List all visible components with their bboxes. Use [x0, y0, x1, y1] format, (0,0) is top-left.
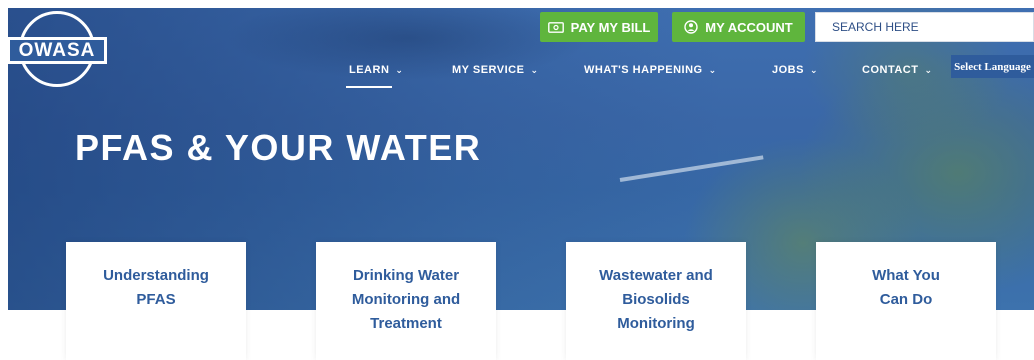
- card-what-you-can-do[interactable]: What You Can Do: [816, 242, 996, 360]
- my-account-button[interactable]: MY ACCOUNT: [672, 12, 805, 42]
- card-label: Wastewater and Biosolids Monitoring: [599, 267, 713, 332]
- chevron-down-icon: ⌄: [924, 64, 933, 75]
- owasa-logo[interactable]: OWASA: [7, 11, 107, 97]
- nav-jobs-label: JOBS: [772, 64, 804, 76]
- nav-learn-label: LEARN: [349, 64, 390, 76]
- nav-active-indicator: [346, 86, 392, 88]
- logo-band: OWASA: [7, 37, 107, 64]
- nav-whats-happening[interactable]: WHAT'S HAPPENING ⌄: [584, 60, 717, 80]
- card-label: Drinking Water Monitoring and Treatment: [351, 267, 461, 332]
- nav-jobs[interactable]: JOBS ⌄: [772, 60, 818, 80]
- search-box[interactable]: [815, 12, 1034, 42]
- card-understanding-pfas[interactable]: Understanding PFAS: [66, 242, 246, 360]
- logo-text: OWASA: [18, 39, 96, 61]
- select-language-label: Select Language: [954, 60, 1031, 73]
- chevron-down-icon: ⌄: [395, 64, 404, 75]
- search-input[interactable]: [830, 19, 1033, 35]
- nav-my-service[interactable]: MY SERVICE ⌄: [452, 60, 539, 80]
- chevron-down-icon: ⌄: [530, 64, 539, 75]
- chevron-down-icon: ⌄: [708, 64, 717, 75]
- pay-my-bill-button[interactable]: PAY MY BILL: [540, 12, 658, 42]
- card-label: What You Can Do: [872, 267, 940, 308]
- nav-learn[interactable]: LEARN ⌄: [349, 60, 403, 80]
- nav-contact-label: CONTACT: [862, 64, 919, 76]
- my-account-label: MY ACCOUNT: [705, 19, 793, 35]
- pay-my-bill-label: PAY MY BILL: [570, 19, 651, 35]
- nav-contact[interactable]: CONTACT ⌄: [862, 60, 933, 80]
- nav-whats-happening-label: WHAT'S HAPPENING: [584, 64, 703, 76]
- page-title: PFAS & YOUR WATER: [75, 127, 482, 168]
- card-wastewater-biosolids[interactable]: Wastewater and Biosolids Monitoring: [566, 242, 746, 360]
- money-bill-icon: [547, 21, 564, 33]
- chevron-down-icon: ⌄: [809, 64, 819, 75]
- nav-my-service-label: MY SERVICE: [452, 64, 525, 76]
- card-drinking-water[interactable]: Drinking Water Monitoring and Treatment: [316, 242, 496, 360]
- card-label: Understanding PFAS: [103, 267, 209, 308]
- user-circle-icon: [684, 20, 698, 34]
- select-language-dropdown[interactable]: Select Language: [951, 55, 1034, 78]
